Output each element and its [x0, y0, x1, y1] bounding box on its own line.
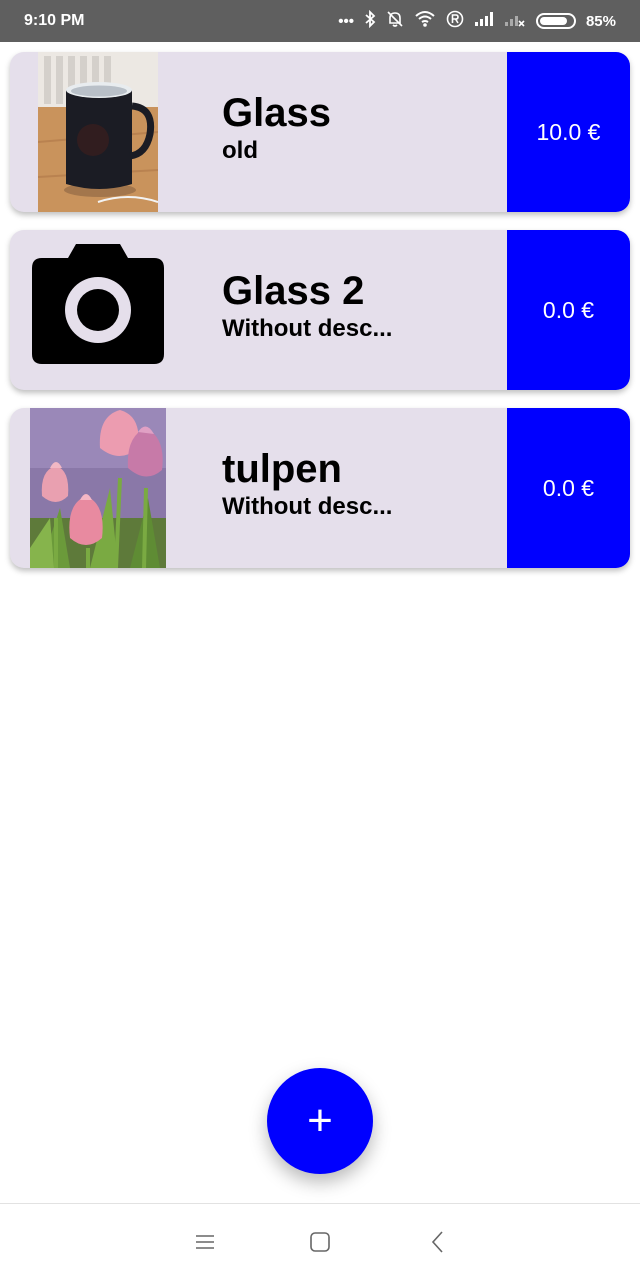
list-item[interactable]: Glass old 10.0 €	[10, 52, 630, 212]
item-text: Glass 2 Without desc...	[222, 268, 392, 344]
add-item-button[interactable]: +	[267, 1068, 373, 1174]
bell-off-icon	[386, 10, 404, 32]
status-time: 9:10 PM	[24, 12, 85, 29]
item-title: Glass	[222, 91, 331, 135]
wifi-icon	[414, 10, 436, 32]
plus-icon: +	[307, 1096, 333, 1145]
status-icons: ••• 85%	[338, 9, 616, 32]
back-chevron-icon[interactable]	[424, 1228, 452, 1256]
mug-photo	[38, 52, 158, 212]
item-description: Without desc...	[222, 493, 393, 520]
item-text: Glass old	[222, 90, 331, 166]
home-square-icon[interactable]	[306, 1228, 334, 1256]
item-price[interactable]: 0.0 €	[507, 230, 630, 390]
tulips-photo	[30, 408, 166, 568]
item-description: Without desc...	[222, 315, 393, 342]
list-item[interactable]: Glass 2 Without desc... 0.0 €	[10, 230, 630, 390]
bluetooth-icon	[364, 9, 376, 32]
signal-no-sim-icon	[504, 11, 526, 31]
item-list: Glass old 10.0 € Glass 2 Without desc...…	[10, 52, 630, 586]
item-text: tulpen Without desc...	[222, 446, 392, 522]
status-bar: 9:10 PM ••• 85%	[0, 0, 640, 42]
dots-icon: •••	[338, 12, 354, 30]
item-description: old	[222, 137, 258, 164]
nav-bar	[0, 1203, 640, 1280]
signal-icon	[474, 11, 494, 31]
registered-icon	[446, 10, 464, 32]
menu-icon[interactable]	[191, 1228, 219, 1256]
camera-icon	[30, 230, 166, 390]
item-price[interactable]: 0.0 €	[507, 408, 630, 568]
battery-percent: 85%	[585, 12, 616, 30]
battery-icon	[535, 13, 576, 29]
item-title: tulpen	[222, 447, 342, 491]
item-title: Glass 2	[222, 269, 365, 313]
list-item[interactable]: tulpen Without desc... 0.0 €	[10, 408, 630, 568]
item-price[interactable]: 10.0 €	[507, 52, 630, 212]
